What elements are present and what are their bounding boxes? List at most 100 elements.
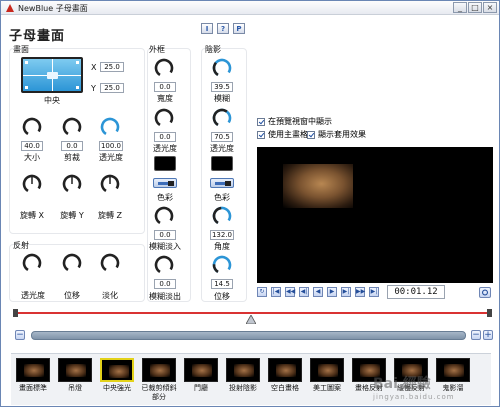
show-applied-effect-checkbox[interactable] [307,130,315,139]
zoom-in-button[interactable]: + [483,330,493,340]
reflection-opacity-label: 透光度 [21,291,45,300]
preset-name: 畫面標準 [19,384,47,392]
settings-icon[interactable] [479,287,491,298]
reflection-opacity-knob[interactable] [21,252,43,274]
play-reverse-button[interactable]: ◀ [313,287,323,297]
shadow-opacity-label: 透光度 [210,144,234,153]
show-in-preview-option[interactable]: 在預覽視窗中顯示 [257,116,332,127]
newblue-logo-icon [6,4,14,12]
reflection-group-title: 反射 [13,241,29,250]
border-opacity-knob[interactable] [153,107,175,129]
border-blur-out-value[interactable]: 0.0 [154,279,176,289]
preset-thumbnail [16,358,50,382]
preset-item[interactable]: 投射陰影 [223,356,263,404]
close-button[interactable]: × [483,2,497,13]
go-end-button[interactable]: ▶| [369,287,379,297]
presets-button[interactable]: P [233,23,245,34]
timeline-end-marker[interactable] [487,309,492,317]
preset-name: 門廳 [194,384,208,392]
opacity-knob[interactable] [99,116,121,138]
shadow-opacity-knob[interactable] [211,107,233,129]
step-forward-button[interactable]: ▶| [341,287,351,297]
border-width-knob[interactable] [153,57,175,79]
next-keyframe-button[interactable]: ▶▶ [355,287,365,297]
prev-keyframe-button[interactable]: ◀◀ [285,287,295,297]
use-keyframes-option[interactable]: 使用主畫格 [257,129,308,140]
reflection-offset-knob[interactable] [61,252,83,274]
preset-item[interactable]: 已裁剪傾斜部分 [139,356,179,404]
preset-thumbnail [100,358,134,382]
preview-pip-image [283,164,353,208]
loop-button[interactable]: ↻ [257,287,267,297]
info-button[interactable]: I [201,23,213,34]
preset-thumbnail [58,358,92,382]
show-in-preview-checkbox[interactable] [257,117,265,126]
keyframe-timeline[interactable] [16,312,488,314]
rotate-z-label: 旋轉 Z [97,211,123,220]
preset-item[interactable]: 吊燈 [55,356,95,404]
shadow-color-picker-button[interactable] [210,178,234,188]
go-start-button[interactable]: |◀ [271,287,281,297]
shadow-angle-knob[interactable] [211,205,233,227]
help-button[interactable]: ? [217,23,229,34]
size-knob[interactable] [21,116,43,138]
position-label: 中央 [44,96,60,105]
preset-item-selected[interactable]: 中央強光 [97,356,137,404]
shadow-color-label: 色彩 [214,193,230,202]
border-blur-out-knob[interactable] [153,254,175,276]
shadow-blur-value[interactable]: 39.5 [211,82,233,92]
border-group-title: 外框 [149,45,165,54]
playhead-icon[interactable] [246,315,256,324]
y-field[interactable]: 25.0 [100,83,124,93]
timeline-scrollbar[interactable] [31,331,466,340]
transport-controls: ↻ |◀ ◀◀ ◀| ◀ ▶ ▶| ▶▶ ▶| [257,287,383,297]
preset-thumbnail [142,358,176,382]
shadow-opacity-value[interactable]: 70.5 [211,132,233,142]
rotate-x-knob[interactable] [21,173,43,195]
shadow-angle-value[interactable]: 132.0 [210,230,234,240]
reflection-offset-label: 位移 [64,291,80,300]
shadow-offset-value[interactable]: 14.5 [211,279,233,289]
show-applied-effect-option[interactable]: 顯示套用效果 [307,129,366,140]
crop-value[interactable]: 0.0 [61,141,83,151]
y-label: Y [91,84,96,93]
shadow-color-swatch[interactable] [211,156,233,171]
step-back-button[interactable]: ◀| [299,287,309,297]
border-blur-in-value[interactable]: 0.0 [154,230,176,240]
border-color-swatch[interactable] [154,156,176,171]
x-label: X [91,63,97,72]
zoom-out-button[interactable]: − [15,330,25,340]
shadow-blur-knob[interactable] [211,57,233,79]
border-color-picker-button[interactable] [153,178,177,188]
shadow-offset-knob[interactable] [211,254,233,276]
window-title: NewBlue 子母畫面 [18,4,88,13]
rotate-x-label: 旋轉 X [19,211,45,220]
border-blur-in-knob[interactable] [153,205,175,227]
rotate-z-knob[interactable] [99,173,121,195]
preview-window [257,147,493,283]
reflection-fade-knob[interactable] [99,252,121,274]
preset-item[interactable]: 畫面標準 [13,356,53,404]
zoom-minus-button[interactable]: − [471,330,481,340]
play-button[interactable]: ▶ [327,287,337,297]
opacity-value[interactable]: 100.0 [99,141,123,151]
use-keyframes-checkbox[interactable] [257,130,265,139]
position-handle[interactable] [47,72,58,79]
show-in-preview-label: 在預覽視窗中顯示 [268,117,332,126]
border-width-value[interactable]: 0.0 [154,82,176,92]
size-value[interactable]: 40.0 [21,141,43,151]
preset-item[interactable]: 空白畫格 [265,356,305,404]
x-field[interactable]: 25.0 [100,62,124,72]
preset-item[interactable]: 美工圖案 [307,356,347,404]
timeline-start-marker[interactable] [13,309,18,317]
preset-name: 中央強光 [103,384,131,392]
maximize-button[interactable]: □ [468,2,482,13]
minimize-button[interactable]: _ [453,2,467,13]
crop-knob[interactable] [61,116,83,138]
position-pad[interactable] [21,57,83,93]
timecode-display: 00:01.12 [387,285,445,299]
rotate-y-knob[interactable] [61,173,83,195]
border-opacity-value[interactable]: 0.0 [154,132,176,142]
zoom-scroll-row: − − + [15,330,493,342]
preset-item[interactable]: 門廳 [181,356,221,404]
